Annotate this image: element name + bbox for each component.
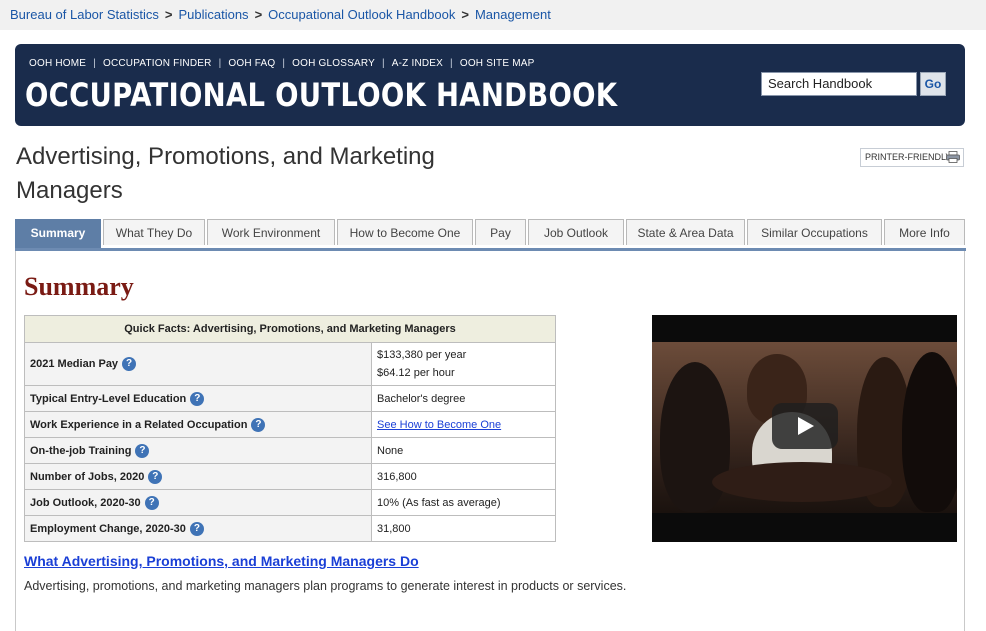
video-person-shape [902, 352, 957, 512]
nav-occupation-finder[interactable]: OCCUPATION FINDER [103, 58, 212, 69]
row-label-cell: Typical Entry-Level Education? [24, 385, 372, 412]
help-icon[interactable]: ? [251, 417, 266, 432]
see-how-to-become-one-link[interactable]: See How to Become One [377, 419, 501, 431]
tab-similar-occupations[interactable]: Similar Occupations [747, 219, 882, 245]
row-label-cell: Employment Change, 2020-30? [24, 515, 372, 542]
top-nav: OOH HOME | OCCUPATION FINDER | OOH FAQ | OOH G… [29, 58, 534, 69]
play-icon[interactable] [772, 403, 838, 449]
table-row: 2021 Median Pay? $133,380 per year $64.12… [24, 342, 556, 386]
breadcrumb: Bureau of Labor Statistics > Publications >… [0, 0, 986, 30]
row-value-cell: See How to Become One [371, 411, 556, 438]
what-they-do-summary: Advertising, promotions, and marketing m… [24, 579, 627, 593]
nav-ooh-home[interactable]: OOH HOME [29, 58, 86, 69]
breadcrumb-link-ooh[interactable]: Occupational Outlook Handbook [268, 7, 455, 22]
breadcrumb-link-management[interactable]: Management [475, 7, 551, 22]
fact-value-per-hour: $64.12 per hour [377, 367, 455, 379]
fact-value-training: None [371, 437, 556, 464]
nav-divider: | [381, 58, 385, 69]
fact-value-number-of-jobs: 316,800 [371, 463, 556, 490]
fact-value-education: Bachelor's degree [371, 385, 556, 412]
row-label-cell: On-the-job Training? [24, 437, 372, 464]
fact-label-job-outlook: Job Outlook, 2020-30 [30, 496, 141, 509]
fact-value-employment-change: 31,800 [371, 515, 556, 542]
go-button[interactable]: Go [920, 72, 946, 96]
fact-label-training: On-the-job Training [30, 444, 132, 457]
row-label-cell: Number of Jobs, 2020? [24, 463, 372, 490]
tab-what-they-do[interactable]: What They Do [103, 219, 205, 245]
tab-pay[interactable]: Pay [475, 219, 526, 245]
nav-divider: | [450, 58, 453, 69]
tab-more-info[interactable]: More Info [884, 219, 965, 245]
ooh-title[interactable]: OCCUPATIONAL OUTLOOK HANDBOOK [25, 76, 617, 114]
breadcrumb-separator: > [254, 7, 263, 22]
table-row: Number of Jobs, 2020? 316,800 [24, 463, 556, 490]
summary-heading: Summary [24, 272, 134, 301]
nav-divider: | [218, 58, 222, 69]
help-icon[interactable]: ? [135, 443, 150, 458]
quick-facts-table: Quick Facts: Advertising, Promotions, an… [24, 315, 556, 542]
what-they-do-link[interactable]: What Advertising, Promotions, and Market… [24, 553, 419, 569]
row-value-cell: $133,380 per year $64.12 per hour [371, 342, 556, 386]
ooh-banner: OOH HOME | OCCUPATION FINDER | OOH FAQ | OOH G… [15, 44, 965, 126]
fact-label-number-of-jobs: Number of Jobs, 2020 [30, 470, 145, 483]
help-icon[interactable]: ? [190, 391, 205, 406]
table-row: Job Outlook, 2020-30? 10% (As fast as av… [24, 489, 556, 516]
tab-state-area-data[interactable]: State & Area Data [626, 219, 745, 245]
nav-divider: | [93, 58, 96, 69]
video-player[interactable] [652, 315, 957, 542]
help-icon[interactable]: ? [144, 495, 159, 510]
fact-label-work-experience: Work Experience in a Related Occupation [30, 418, 248, 431]
search-input[interactable]: Search Handbook [761, 72, 917, 96]
table-row: Work Experience in a Related Occupation?… [24, 411, 556, 438]
fact-label-employment-change: Employment Change, 2020-30 [30, 522, 186, 535]
fact-label-median-pay: 2021 Median Pay [30, 357, 119, 370]
printer-friendly-button[interactable]: PRINTER-FRIENDLY [860, 148, 964, 167]
nav-divider: | [282, 58, 286, 69]
nav-ooh-site-map[interactable]: OOH SITE MAP [460, 58, 535, 69]
tab-how-to-become-one[interactable]: How to Become One [337, 219, 473, 245]
breadcrumb-separator: > [461, 7, 469, 22]
tab-work-environment[interactable]: Work Environment [207, 219, 335, 245]
help-icon[interactable]: ? [189, 521, 204, 536]
row-label-cell: Job Outlook, 2020-30? [24, 489, 372, 516]
fact-value-job-outlook: 10% (As fast as average) [371, 489, 556, 516]
nav-ooh-faq[interactable]: OOH FAQ [228, 58, 275, 69]
table-row: Typical Entry-Level Education? Bachelor'… [24, 385, 556, 412]
row-label-cell: Work Experience in a Related Occupation? [24, 411, 372, 438]
tab-summary[interactable]: Summary [15, 219, 101, 248]
printer-friendly-label: PRINTER-FRIENDLY [865, 152, 952, 162]
table-row: Employment Change, 2020-30? 31,800 [24, 515, 556, 542]
tab-job-outlook[interactable]: Job Outlook [528, 219, 624, 245]
page-title-line2: Managers [16, 177, 123, 204]
fact-value-per-year: $133,380 per year [377, 349, 467, 361]
fact-label-education: Typical Entry-Level Education [30, 392, 187, 405]
quick-facts-header-row: Quick Facts: Advertising, Promotions, an… [24, 315, 556, 343]
breadcrumb-separator: > [164, 7, 173, 22]
nav-a-z-index[interactable]: A-Z INDEX [392, 58, 443, 69]
help-icon[interactable]: ? [122, 357, 137, 371]
table-row: On-the-job Training? None [24, 437, 556, 464]
row-label-cell: 2021 Median Pay? [24, 342, 372, 386]
printer-icon [946, 151, 960, 163]
tab-bar: Summary What They Do Work Environment Ho… [15, 219, 966, 251]
video-table-shape [712, 462, 892, 502]
breadcrumb-link-publications[interactable]: Publications [178, 7, 248, 22]
breadcrumb-link-bls[interactable]: Bureau of Labor Statistics [10, 7, 159, 22]
page-title-line1: Advertising, Promotions, and Marketing [16, 143, 435, 170]
nav-ooh-glossary[interactable]: OOH GLOSSARY [292, 58, 375, 69]
page-title: Advertising, Promotions, and Marketing M… [16, 140, 576, 208]
help-icon[interactable]: ? [148, 469, 163, 484]
quick-facts-header: Quick Facts: Advertising, Promotions, an… [24, 315, 556, 343]
